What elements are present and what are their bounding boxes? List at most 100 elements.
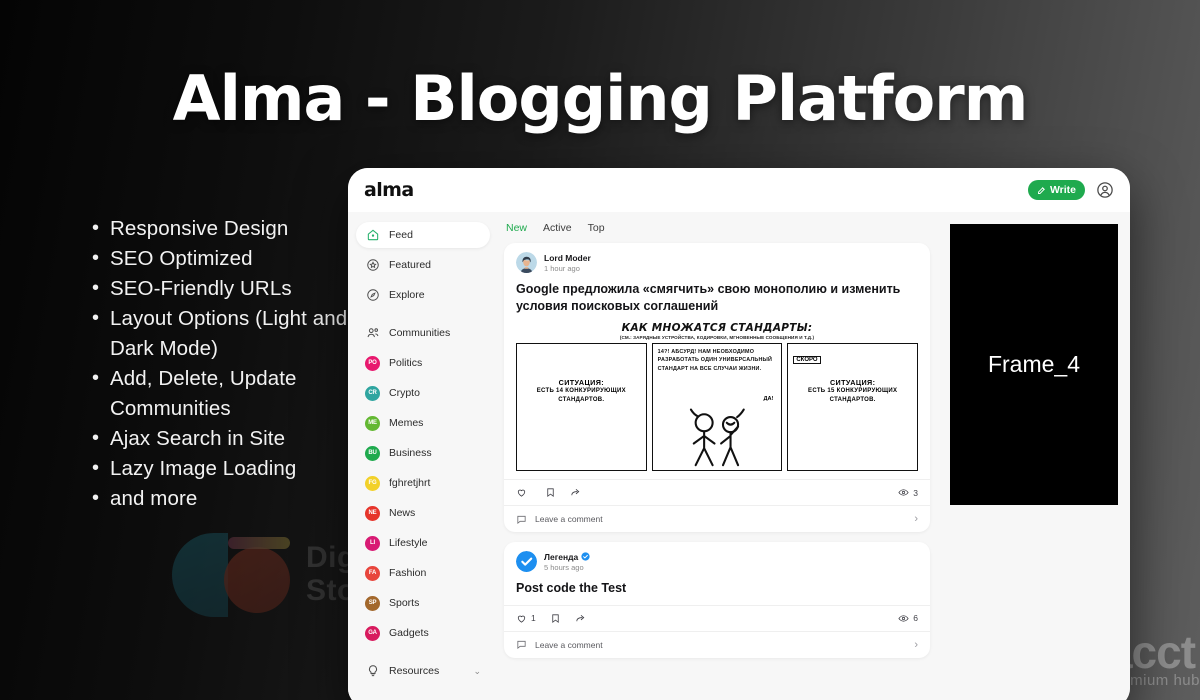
- share-icon: [571, 488, 580, 496]
- bookmark-icon: [552, 613, 559, 623]
- community-avatar: ME: [365, 415, 380, 431]
- comic-panel-1: СИТУАЦИЯ: ЕСТЬ 14 КОНКУРИРУЮЩИХ СТАНДАРТ…: [516, 343, 647, 471]
- page-title: Alma - Blogging Platform: [172, 62, 1029, 135]
- user-circle-icon[interactable]: [1096, 181, 1114, 199]
- sidebar-community-politics[interactable]: PO Politics: [356, 350, 490, 376]
- post-header: Легенда 5 hours ago: [504, 542, 930, 576]
- sidebar-primary-nav: Feed Featured Explore: [356, 222, 490, 308]
- sidebar-community-sports[interactable]: SP Sports: [356, 590, 490, 616]
- sidebar-item-label: Feed: [389, 229, 413, 241]
- sidebar-community-fghretjhrt[interactable]: FG fghretjhrt: [356, 470, 490, 496]
- pencil-square-icon: [1037, 186, 1045, 194]
- like-button[interactable]: [516, 487, 531, 498]
- chevron-down-icon[interactable]: ⌄: [473, 666, 481, 677]
- sidebar-community-crypto[interactable]: CR Crypto: [356, 380, 490, 406]
- feature-item: Responsive Design: [88, 213, 348, 244]
- sidebar-item-label: Lifestyle: [389, 537, 428, 549]
- topbar-actions: Write: [1027, 180, 1114, 200]
- eye-icon: [898, 489, 909, 496]
- post-header: Lord Moder 1 hour ago: [504, 243, 930, 277]
- lightbulb-icon: [365, 664, 380, 679]
- feature-item: Layout Options (Light and Dark Mode): [88, 303, 348, 364]
- post-time: 5 hours ago: [544, 562, 584, 572]
- star-circle-icon: [365, 258, 380, 273]
- view-count-group: 3: [898, 487, 918, 498]
- post-actions: 3: [504, 479, 930, 505]
- sidebar-community-news[interactable]: NE News: [356, 500, 490, 526]
- view-count: 3: [913, 487, 918, 498]
- sidebar-item-label: Sports: [389, 597, 420, 609]
- feed-column: New Active Top Lord Moder 1 hour ago Goo…: [498, 212, 944, 700]
- post-author-meta: Легенда 5 hours ago: [544, 552, 590, 572]
- app-window: alma Write Feed Featured Explore Communi…: [348, 168, 1130, 700]
- bookmark-button[interactable]: [545, 487, 556, 498]
- heart-icon: [517, 489, 526, 497]
- sidebar-item-label: Politics: [389, 357, 423, 369]
- sidebar-item-label: fghretjhrt: [389, 477, 431, 489]
- feature-list: Responsive DesignSEO OptimizedSEO-Friend…: [88, 213, 348, 514]
- app-body: Feed Featured Explore Communities PO Politi…: [348, 212, 1130, 700]
- compass-icon: [365, 288, 380, 303]
- comic-panel1-line2: ЕСТЬ 14 КОНКУРИРУЮЩИХ СТАНДАРТОВ.: [536, 388, 626, 403]
- post-time: 1 hour ago: [544, 263, 580, 273]
- chevron-right-icon[interactable]: ›: [914, 513, 918, 525]
- feature-item: SEO Optimized: [88, 243, 348, 274]
- share-button[interactable]: [570, 487, 581, 498]
- eye-icon: [898, 614, 909, 622]
- sidebar-item-label: Explore: [389, 289, 425, 301]
- feature-item: SEO-Friendly URLs: [88, 273, 348, 304]
- heart-icon: [517, 615, 526, 623]
- sidebar-community-lifestyle[interactable]: LI Lifestyle: [356, 530, 490, 556]
- tab-top[interactable]: Top: [588, 222, 605, 234]
- sidebar-item-feed[interactable]: Feed: [356, 222, 490, 248]
- sidebar-community-memes[interactable]: ME Memes: [356, 410, 490, 436]
- sidebar-item-communities[interactable]: Communities: [356, 320, 490, 346]
- share-icon: [576, 614, 585, 621]
- sidebar-community-gadgets[interactable]: GA Gadgets: [356, 620, 490, 646]
- sidebar-item-featured[interactable]: Featured: [356, 252, 490, 278]
- comic-panel-2: 14?! АБСУРД! НАМ НЕОБХОДИМО РАЗРАБОТАТЬ …: [651, 343, 783, 471]
- sidebar-community-fashion[interactable]: FA Fashion: [356, 560, 490, 586]
- frame-placeholder: Frame_4: [950, 224, 1118, 505]
- like-button[interactable]: 1: [516, 613, 536, 624]
- sidebar-item-label: Gadgets: [389, 627, 429, 639]
- sidebar-item-explore[interactable]: Explore: [356, 282, 490, 308]
- bookmark-button[interactable]: [550, 613, 561, 624]
- sidebar-community-business[interactable]: BU Business: [356, 440, 490, 466]
- post-title: Google предложила «смягчить» свою монопо…: [516, 282, 901, 313]
- bookmark-icon: [547, 488, 554, 497]
- home-icon: [365, 228, 380, 243]
- community-avatar: FG: [365, 475, 380, 491]
- view-count: 6: [913, 613, 918, 623]
- community-avatar: SP: [365, 595, 380, 611]
- comic-panel3-line2: ЕСТЬ 15 КОНКУРИРУЮЩИХ СТАНДАРТОВ.: [808, 388, 898, 403]
- tab-new[interactable]: New: [506, 222, 527, 234]
- sidebar-item-resources[interactable]: Resources ⌄: [356, 658, 490, 684]
- comment-input-row[interactable]: Leave a comment ›: [504, 630, 930, 658]
- post-actions: 1 6: [504, 604, 930, 631]
- sidebar-community-list: PO Politics CR Crypto ME Memes BU Business FG fgh…: [356, 350, 490, 646]
- feature-item: and more: [88, 483, 348, 514]
- comic-panel-3: СКОРО СИТУАЦИЯ: ЕСТЬ 15 КОНКУРИРУЮЩИХ СТ…: [787, 343, 919, 471]
- post-card: Легенда 5 hours ago Post code the Test 1…: [504, 542, 930, 658]
- community-avatar: BU: [365, 445, 380, 461]
- comment-input-row[interactable]: Leave a comment ›: [504, 505, 930, 532]
- community-avatar: FA: [365, 565, 380, 581]
- feature-item: Add, Delete, Update Communities: [88, 363, 348, 424]
- share-button[interactable]: [575, 613, 586, 624]
- sidebar-item-label: Resources: [389, 665, 440, 677]
- comic-panel3-line1: СИТУАЦИЯ:: [829, 378, 876, 387]
- comic-panel1-line1: СИТУАЦИЯ:: [558, 378, 605, 387]
- view-count-group: 6: [898, 613, 918, 624]
- verified-badge-icon: [581, 552, 590, 561]
- tab-active[interactable]: Active: [543, 222, 572, 234]
- comic-panels: СИТУАЦИЯ: ЕСТЬ 14 КОНКУРИРУЮЩИХ СТАНДАРТ…: [516, 343, 919, 471]
- write-button[interactable]: Write: [1027, 180, 1085, 200]
- app-logo: alma: [364, 179, 414, 201]
- chevron-right-icon[interactable]: ›: [914, 639, 918, 651]
- users-icon: [365, 326, 380, 341]
- watermark-left-logo: [172, 525, 294, 623]
- avatar: [516, 252, 537, 273]
- sidebar-item-label: Crypto: [389, 387, 420, 399]
- post-card: Lord Moder 1 hour ago Google предложила …: [504, 243, 930, 532]
